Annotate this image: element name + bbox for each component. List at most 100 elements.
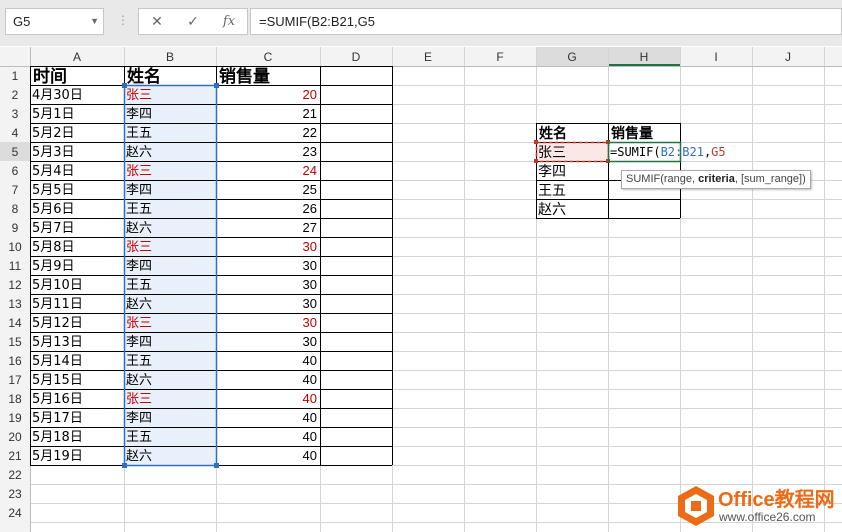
worksheet-grid[interactable]: A B C D E F G H I J 1 2 3 4 5 6 7 8 9 10 11 12 13 14 15 16 17 18 19 2… bbox=[0, 0, 842, 532]
row-header-13[interactable]: 13 bbox=[8, 297, 22, 311]
date-cell[interactable]: 5月8日 bbox=[32, 240, 75, 255]
name-cell[interactable]: 李四 bbox=[126, 107, 152, 122]
sales-cell[interactable]: 30 bbox=[303, 277, 317, 292]
cancel-icon[interactable]: ✕ bbox=[147, 13, 167, 31]
date-cell[interactable]: 5月14日 bbox=[32, 354, 83, 369]
row-header-15[interactable]: 15 bbox=[8, 335, 22, 349]
name-cell[interactable]: 王五 bbox=[126, 202, 152, 217]
column-header-j[interactable]: J bbox=[785, 50, 791, 64]
range-handle[interactable] bbox=[122, 463, 127, 468]
range-handle[interactable] bbox=[122, 83, 127, 88]
date-cell[interactable]: 5月17日 bbox=[32, 411, 83, 426]
sales-cell[interactable]: 20 bbox=[303, 87, 317, 102]
row-header-1[interactable]: 1 bbox=[12, 69, 19, 83]
insert-function-icon[interactable]: fx bbox=[219, 13, 239, 31]
column-header-f[interactable]: F bbox=[496, 50, 503, 64]
date-cell[interactable]: 5月7日 bbox=[32, 221, 75, 236]
name-cell[interactable]: 李四 bbox=[126, 411, 152, 426]
row-header-3[interactable]: 3 bbox=[12, 107, 19, 121]
column-header-c[interactable]: C bbox=[264, 50, 273, 64]
name-cell[interactable]: 张三 bbox=[126, 240, 152, 255]
row-header-16[interactable]: 16 bbox=[8, 354, 22, 368]
name-cell[interactable]: 张三 bbox=[126, 88, 152, 103]
date-cell[interactable]: 5月12日 bbox=[32, 316, 83, 331]
name-cell[interactable]: 李四 bbox=[126, 183, 152, 198]
name-cell[interactable]: 赵六 bbox=[126, 297, 152, 312]
sales-cell[interactable]: 40 bbox=[303, 391, 317, 406]
date-cell[interactable]: 4月30日 bbox=[32, 88, 83, 103]
row-header-18[interactable]: 18 bbox=[8, 392, 22, 406]
summary-name-cell[interactable]: 张三 bbox=[538, 145, 566, 161]
date-cell[interactable]: 5月2日 bbox=[32, 126, 75, 141]
column-header-g[interactable]: G bbox=[567, 50, 576, 64]
date-cell[interactable]: 5月1日 bbox=[32, 107, 75, 122]
name-cell[interactable]: 王五 bbox=[126, 430, 152, 445]
summary-name-cell[interactable]: 李四 bbox=[538, 164, 566, 180]
sales-cell[interactable]: 40 bbox=[303, 353, 317, 368]
chevron-down-icon[interactable]: ▼ bbox=[90, 9, 99, 34]
row-header-2[interactable]: 2 bbox=[12, 88, 19, 102]
name-cell[interactable]: 赵六 bbox=[126, 373, 152, 388]
date-cell[interactable]: 5月19日 bbox=[32, 449, 83, 464]
row-header-20[interactable]: 20 bbox=[8, 430, 22, 444]
name-cell[interactable]: 张三 bbox=[126, 164, 152, 179]
formula-input[interactable]: =SUMIF(B2:B21,G5 bbox=[250, 8, 842, 35]
date-cell[interactable]: 5月3日 bbox=[32, 145, 75, 160]
row-header-8[interactable]: 8 bbox=[12, 202, 19, 216]
name-cell[interactable]: 张三 bbox=[126, 316, 152, 331]
sales-cell[interactable]: 40 bbox=[303, 372, 317, 387]
name-box[interactable]: G5 ▼ bbox=[5, 8, 104, 35]
date-cell[interactable]: 5月4日 bbox=[32, 164, 75, 179]
column-header-i[interactable]: I bbox=[714, 50, 717, 64]
column-header-e[interactable]: E bbox=[424, 50, 432, 64]
function-tooltip[interactable]: SUMIF(range, criteria, [sum_range]) bbox=[621, 170, 811, 189]
sales-cell[interactable]: 30 bbox=[303, 258, 317, 273]
sales-cell[interactable]: 40 bbox=[303, 410, 317, 425]
date-cell[interactable]: 5月13日 bbox=[32, 335, 83, 350]
sales-cell[interactable]: 30 bbox=[303, 239, 317, 254]
sales-cell[interactable]: 23 bbox=[303, 144, 317, 159]
name-cell[interactable]: 李四 bbox=[126, 259, 152, 274]
row-header-21[interactable]: 21 bbox=[8, 449, 22, 463]
column-header-h[interactable]: H bbox=[640, 50, 649, 64]
sales-cell[interactable]: 26 bbox=[303, 201, 317, 216]
summary-name-cell[interactable]: 赵六 bbox=[538, 202, 566, 218]
row-header-4[interactable]: 4 bbox=[12, 126, 19, 140]
date-cell[interactable]: 5月10日 bbox=[32, 278, 83, 293]
sales-cell[interactable]: 30 bbox=[303, 334, 317, 349]
row-header-6[interactable]: 6 bbox=[12, 164, 19, 178]
name-cell[interactable]: 王五 bbox=[126, 126, 152, 141]
date-cell[interactable]: 5月5日 bbox=[32, 183, 75, 198]
row-header-9[interactable]: 9 bbox=[12, 221, 19, 235]
column-header-b[interactable]: B bbox=[166, 50, 174, 64]
date-cell[interactable]: 5月18日 bbox=[32, 430, 83, 445]
name-cell[interactable]: 赵六 bbox=[126, 145, 152, 160]
row-header-24[interactable]: 24 bbox=[8, 506, 22, 520]
sales-cell[interactable]: 40 bbox=[303, 448, 317, 463]
date-cell[interactable]: 5月15日 bbox=[32, 373, 83, 388]
date-cell[interactable]: 5月16日 bbox=[32, 392, 83, 407]
column-header-a[interactable]: A bbox=[73, 50, 81, 64]
row-header-19[interactable]: 19 bbox=[8, 411, 22, 425]
date-cell[interactable]: 5月9日 bbox=[32, 259, 75, 274]
sales-cell[interactable]: 30 bbox=[303, 296, 317, 311]
sales-cell[interactable]: 21 bbox=[303, 106, 317, 121]
sales-cell[interactable]: 25 bbox=[303, 182, 317, 197]
row-header-7[interactable]: 7 bbox=[12, 183, 19, 197]
sales-cell[interactable]: 40 bbox=[303, 429, 317, 444]
name-cell[interactable]: 李四 bbox=[126, 335, 152, 350]
enter-icon[interactable]: ✓ bbox=[183, 13, 203, 31]
name-cell[interactable]: 张三 bbox=[126, 392, 152, 407]
sales-cell[interactable]: 30 bbox=[303, 315, 317, 330]
range-handle[interactable] bbox=[214, 463, 219, 468]
row-header-22[interactable]: 22 bbox=[8, 468, 22, 482]
name-cell[interactable]: 王五 bbox=[126, 354, 152, 369]
name-cell[interactable]: 赵六 bbox=[126, 221, 152, 236]
row-header-17[interactable]: 17 bbox=[8, 373, 22, 387]
sales-cell[interactable]: 24 bbox=[303, 163, 317, 178]
sales-cell[interactable]: 27 bbox=[303, 220, 317, 235]
row-header-10[interactable]: 10 bbox=[8, 240, 22, 254]
sales-cell[interactable]: 22 bbox=[303, 125, 317, 140]
date-cell[interactable]: 5月6日 bbox=[32, 202, 75, 217]
editing-formula[interactable]: =SUMIF(B2:B21,G5 bbox=[610, 145, 726, 159]
